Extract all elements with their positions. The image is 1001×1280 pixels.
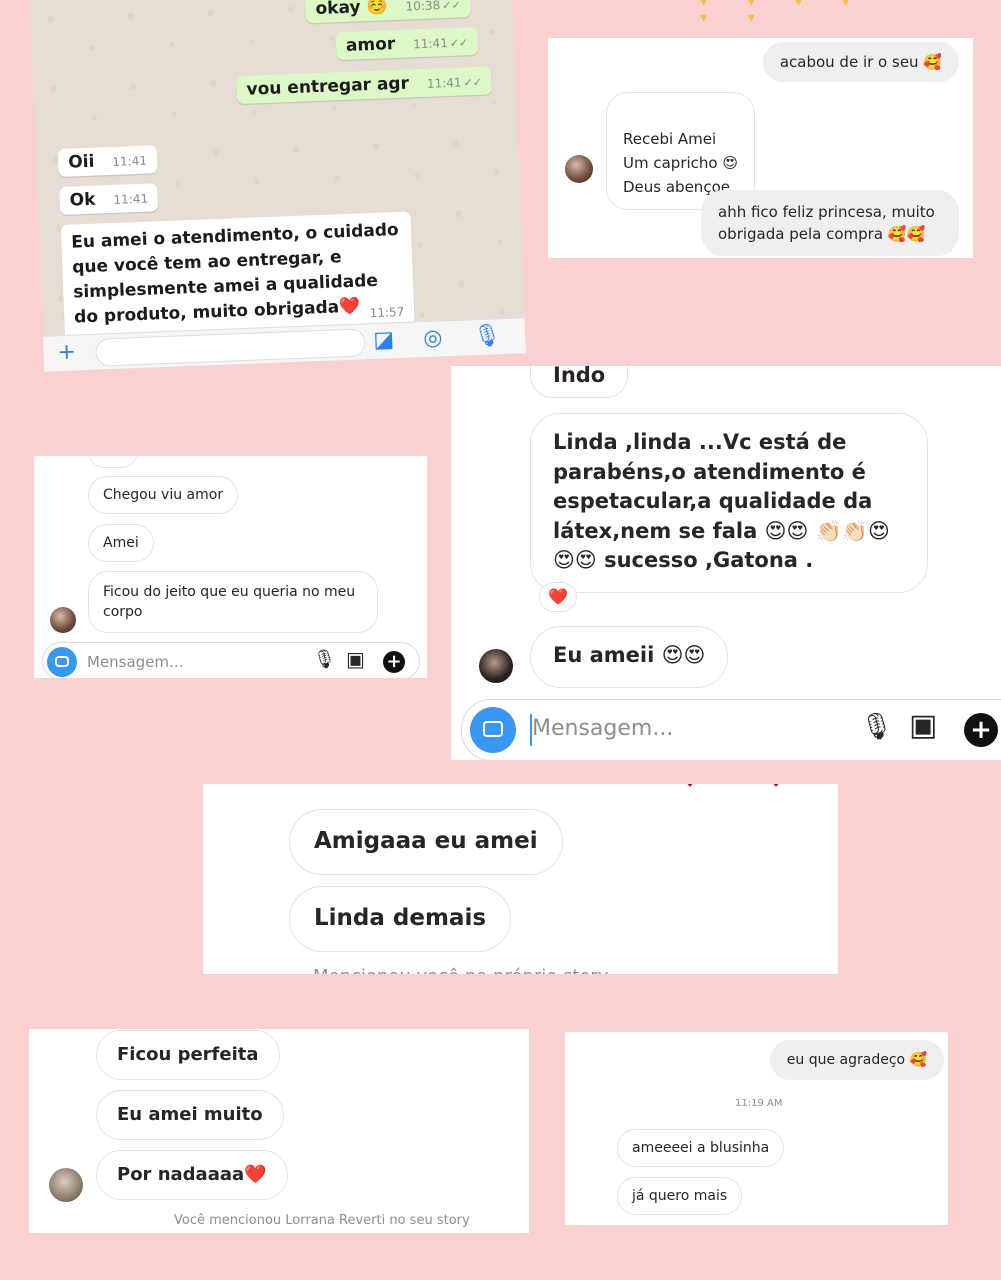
message-text: Amei	[103, 535, 139, 551]
message-bubble-received: Amei	[88, 524, 154, 562]
message-bubble-partial: Indo	[530, 366, 629, 398]
message-text: já quero mais	[632, 1188, 728, 1204]
message-bubble-received: já quero mais	[617, 1177, 743, 1215]
instagram-chat-mid-left: Chegou viu amor Amei Ficou do jeito que …	[34, 456, 427, 678]
message-composer[interactable]: Mensagem... 🎙 ▣ +	[461, 699, 1001, 760]
message-text: Eu amei o atendimento, o cuidado que voc…	[70, 220, 400, 328]
message-text: eu que agradeço 🥰	[786, 1052, 927, 1068]
message-input[interactable]: Mensagem...	[532, 716, 673, 741]
instagram-chat-mid-right: Indo Linda ,linda ...Vc está de parabéns…	[451, 366, 1001, 760]
instagram-chat-top-right: acabou de ir o seu 🥰 Recebi Amei Um capr…	[548, 38, 973, 258]
message-bubble-received: Eu amei muito	[96, 1090, 284, 1140]
add-icon[interactable]: +	[964, 713, 998, 747]
message-text: Oii	[67, 151, 95, 173]
message-input[interactable]: Mensagem...	[87, 653, 183, 671]
camera-icon[interactable]	[47, 647, 77, 677]
microphone-icon[interactable]: 🎙	[473, 323, 502, 349]
message-bubble-received: Linda demais	[289, 886, 512, 952]
microphone-icon[interactable]: 🎙	[313, 649, 336, 670]
sparkles-decoration: ▾ ▾ ▾ ▾ ▾ ▾	[700, 0, 868, 26]
gallery-icon[interactable]: ▣	[909, 708, 937, 743]
message-input[interactable]	[95, 328, 366, 367]
heart-icon: ❤️	[548, 587, 568, 606]
double-check-icon: ✓✓	[463, 75, 483, 90]
message-bubble-received: Linda ,linda ...Vc está de parabéns,o at…	[530, 413, 928, 593]
message-text: Eu ameii 😍😍	[553, 643, 706, 667]
instagram-chat-bottom-right: eu que agradeço 🥰 11:19 AM ameeeei a blu…	[565, 1032, 948, 1225]
message-text: Amigaaa eu amei	[314, 828, 538, 854]
message-bubble-received: Por nadaaaa❤️	[96, 1150, 288, 1200]
message-text: Linda demais	[314, 905, 487, 931]
message-text: okay ☺️	[315, 0, 388, 20]
message-time: 11:41	[113, 191, 149, 207]
message-text: Ficou perfeita	[117, 1044, 259, 1065]
message-timestamp: 11:19 AM	[735, 1098, 783, 1109]
message-bubble-received: ameeeei a blusinha	[617, 1129, 785, 1167]
double-check-icon: ✓✓	[449, 36, 469, 50]
message-text: Indo	[553, 366, 606, 387]
message-text: Chegou viu amor	[103, 487, 224, 503]
footer-text: Você mencionou Lorrana Reverti no seu st…	[174, 1213, 470, 1228]
camera-icon[interactable]: ◎	[423, 325, 443, 351]
message-text: ameeeei a blusinha	[632, 1140, 770, 1156]
heart-reaction-icon	[765, 784, 787, 787]
message-text: amor	[345, 34, 396, 56]
whatsapp-chat-screenshot: okay ☺️ 10:38✓✓ amor 11:41✓✓ vou entregar …	[30, 0, 526, 372]
mention-notice: Mencionou você no próprio story	[313, 966, 608, 974]
message-text: Ficou do jeito que eu queria no meu corp…	[103, 584, 356, 620]
gallery-icon[interactable]: ▣	[346, 647, 365, 671]
message-time: 11:41	[112, 153, 148, 169]
plus-icon[interactable]: +	[57, 340, 76, 366]
message-bubble-received: Ficou do jeito que eu queria no meu corp…	[88, 571, 378, 633]
avatar	[565, 155, 593, 183]
instagram-chat-center: Amigaaa eu amei Linda demais Mencionou v…	[203, 784, 838, 974]
message-bubble-received: Chegou viu amor	[88, 476, 239, 514]
avatar	[479, 649, 513, 683]
reaction-badge: ❤️	[539, 582, 577, 612]
message-bubble-partial	[88, 456, 138, 468]
message-text: vou entregar agr	[246, 73, 410, 100]
message-bubble-in: Oii 11:41	[57, 145, 158, 178]
heart-reaction-icon	[679, 784, 701, 787]
message-text: ahh fico feliz princesa, muito obrigada …	[718, 203, 935, 243]
message-text: Linda ,linda ...Vc está de parabéns,o at…	[553, 430, 890, 572]
message-bubble-in: Ok 11:41	[59, 183, 159, 215]
message-bubble-sent: acabou de ir o seu 🥰	[762, 42, 959, 82]
instagram-chat-bottom-left: Ficou perfeita Eu amei muito Por nadaaaa…	[29, 1029, 529, 1233]
avatar	[50, 607, 76, 633]
sticker-icon[interactable]: ◪	[373, 327, 395, 353]
message-time: 11:41	[426, 75, 462, 91]
message-bubble-received: Eu ameii 😍😍	[530, 626, 729, 688]
message-text: Eu amei muito	[117, 1104, 263, 1125]
story-mention-footer: Você mencionou Lorrana Reverti no seu st…	[174, 1213, 470, 1228]
message-bubble-out: amor 11:41✓✓	[335, 26, 479, 61]
microphone-icon[interactable]: 🎙	[860, 712, 893, 742]
message-bubble-sent: eu que agradeço 🥰	[769, 1040, 944, 1080]
message-bubble-sent: ahh fico feliz princesa, muito obrigada …	[701, 190, 959, 256]
message-time: 11:41	[412, 35, 449, 52]
avatar	[49, 1168, 83, 1202]
double-check-icon: ✓✓	[441, 0, 461, 13]
message-text: Por nadaaaa❤️	[117, 1164, 267, 1185]
message-bubble-received: Ficou perfeita	[96, 1030, 280, 1080]
message-text: acabou de ir o seu 🥰	[779, 53, 942, 71]
mention-text: Mencionou você no próprio story	[313, 966, 608, 974]
message-bubble-received: Amigaaa eu amei	[289, 809, 563, 875]
message-text: Recebi Amei Um capricho 😍 Deus abençoe	[623, 130, 738, 196]
message-text: Ok	[69, 189, 96, 211]
message-time: 10:38	[405, 0, 441, 14]
message-composer[interactable]: Mensagem... 🎙 ▣ +	[42, 642, 420, 678]
add-icon[interactable]: +	[383, 651, 405, 673]
camera-icon[interactable]	[470, 707, 516, 753]
